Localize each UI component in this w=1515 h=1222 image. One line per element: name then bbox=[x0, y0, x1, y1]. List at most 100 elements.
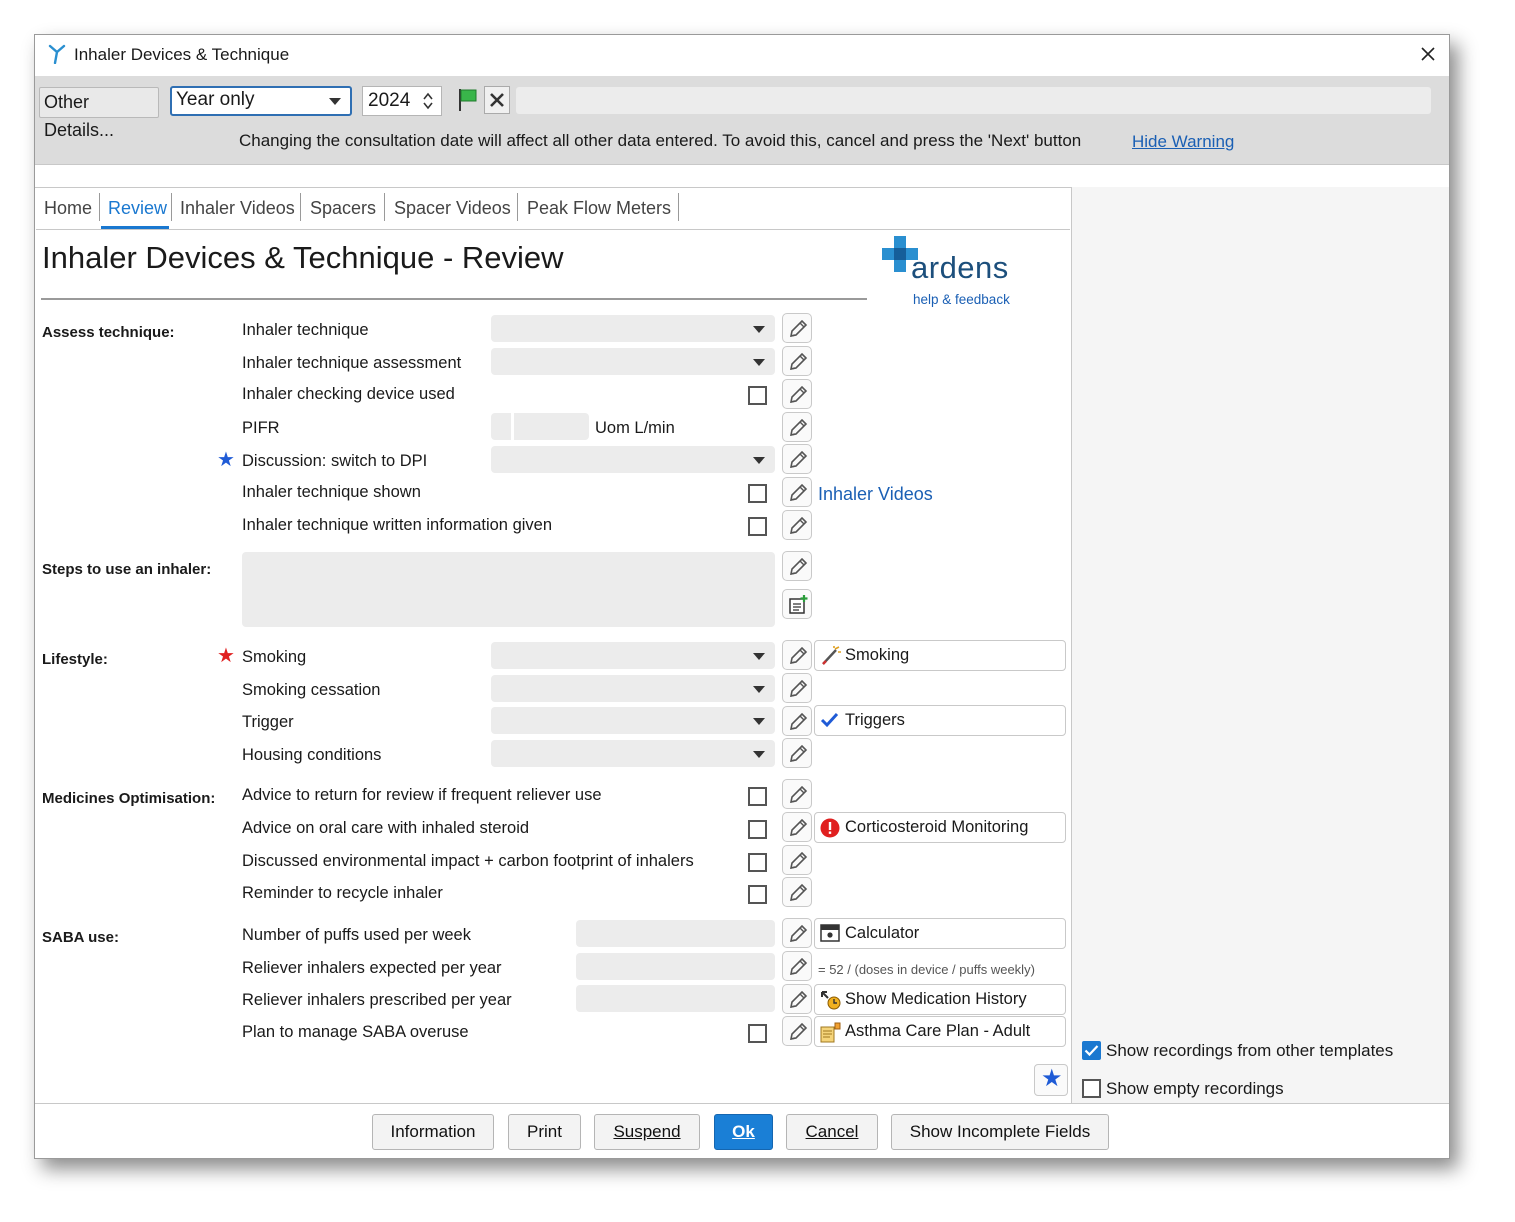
switch-dpi-select[interactable] bbox=[491, 446, 775, 473]
tab-peak-flow-meters[interactable]: Peak Flow Meters bbox=[527, 196, 671, 226]
cancel-button[interactable]: Cancel bbox=[786, 1114, 878, 1150]
field-label: Inhaler technique written information gi… bbox=[242, 516, 553, 534]
trigger-select[interactable] bbox=[491, 707, 775, 734]
field-label: Inhaler technique bbox=[242, 321, 369, 339]
app-logo-icon bbox=[48, 44, 66, 64]
steps-textarea[interactable] bbox=[242, 552, 775, 627]
chevron-down-icon bbox=[753, 653, 765, 660]
frequent-reliever-checkbox[interactable] bbox=[748, 787, 767, 806]
edit-pencil-button[interactable] bbox=[782, 706, 812, 736]
edit-pencil-button[interactable] bbox=[782, 779, 812, 809]
pifr-qualifier[interactable] bbox=[491, 413, 511, 440]
edit-pencil-button[interactable] bbox=[782, 984, 812, 1014]
inhaler-videos-link[interactable]: Inhaler Videos bbox=[818, 484, 933, 505]
show-empty-recordings-label: Show empty recordings bbox=[1106, 1079, 1284, 1098]
magic-wand-icon bbox=[822, 646, 841, 665]
date-info-field bbox=[516, 87, 1431, 114]
edit-pencil-button[interactable] bbox=[782, 877, 812, 907]
spinner-arrows-icon[interactable] bbox=[423, 92, 433, 110]
tab-spacers[interactable]: Spacers bbox=[310, 196, 376, 226]
ok-button[interactable]: Ok bbox=[714, 1114, 773, 1150]
smoking-button[interactable]: Smoking bbox=[814, 640, 1066, 671]
tab-home[interactable]: Home bbox=[44, 196, 92, 226]
puffs-per-week-input[interactable] bbox=[576, 920, 775, 947]
smoking-cessation-select[interactable] bbox=[491, 675, 775, 702]
edit-pencil-button[interactable] bbox=[782, 951, 812, 981]
edit-pencil-button[interactable] bbox=[782, 510, 812, 540]
other-details-button[interactable]: Other Details... bbox=[39, 87, 159, 140]
help-feedback-link[interactable]: help & feedback bbox=[913, 292, 1010, 307]
date-mode-select[interactable]: Year only bbox=[170, 86, 352, 116]
chevron-down-icon bbox=[753, 457, 765, 464]
inhaler-technique-select[interactable] bbox=[491, 315, 775, 342]
environmental-impact-checkbox[interactable] bbox=[748, 853, 767, 872]
window-title: Inhaler Devices & Technique bbox=[74, 45, 290, 64]
pifr-input[interactable] bbox=[514, 413, 589, 440]
information-button[interactable]: Information bbox=[372, 1114, 494, 1150]
edit-pencil-button[interactable] bbox=[782, 551, 812, 581]
written-info-checkbox[interactable] bbox=[748, 517, 767, 536]
edit-pencil-button[interactable] bbox=[782, 845, 812, 875]
hide-warning-link[interactable]: Hide Warning bbox=[1132, 132, 1234, 152]
section-assess-technique: Assess technique: bbox=[42, 324, 175, 341]
housing-select[interactable] bbox=[491, 740, 775, 767]
pencil-icon bbox=[789, 319, 808, 338]
tab-spacer-videos[interactable]: Spacer Videos bbox=[394, 196, 511, 226]
tab-review[interactable]: Review bbox=[108, 196, 167, 226]
edit-pencil-button[interactable] bbox=[782, 412, 812, 442]
edit-pencil-button[interactable] bbox=[782, 477, 812, 507]
prescribed-per-year-input[interactable] bbox=[576, 985, 775, 1012]
section-steps: Steps to use an inhaler: bbox=[42, 561, 212, 578]
flag-icon[interactable] bbox=[457, 87, 479, 113]
year-spinner[interactable]: 2024 bbox=[362, 86, 442, 116]
favourite-toggle-button[interactable]: ★ bbox=[1034, 1064, 1068, 1096]
field-label: Advice on oral care with inhaled steroid bbox=[242, 819, 530, 837]
edit-pencil-button[interactable] bbox=[782, 444, 812, 474]
tab-inhaler-videos[interactable]: Inhaler Videos bbox=[180, 196, 295, 226]
tab-separator bbox=[517, 193, 518, 221]
edit-pencil-button[interactable] bbox=[782, 346, 812, 376]
edit-pencil-button[interactable] bbox=[782, 379, 812, 409]
edit-pencil-button[interactable] bbox=[782, 812, 812, 842]
calculator-button[interactable]: Calculator bbox=[814, 918, 1066, 949]
pencil-icon bbox=[789, 557, 808, 576]
pencil-icon bbox=[789, 712, 808, 731]
date-mode-value: Year only bbox=[176, 89, 255, 110]
date-toolbar: Other Details... Year only 2024 Changing… bbox=[35, 76, 1449, 165]
clear-date-button[interactable] bbox=[484, 86, 510, 114]
show-empty-recordings-checkbox[interactable] bbox=[1082, 1079, 1101, 1098]
ardens-logo-text[interactable]: ardens bbox=[911, 250, 1009, 286]
pencil-icon bbox=[789, 818, 808, 837]
add-text-template-button[interactable] bbox=[782, 589, 812, 619]
smoking-select[interactable] bbox=[491, 642, 775, 669]
edit-pencil-button[interactable] bbox=[782, 313, 812, 343]
edit-pencil-button[interactable] bbox=[782, 673, 812, 703]
show-incomplete-fields-button[interactable]: Show Incomplete Fields bbox=[891, 1114, 1109, 1150]
suspend-button[interactable]: Suspend bbox=[594, 1114, 700, 1150]
corticosteroid-monitoring-button[interactable]: Corticosteroid Monitoring bbox=[814, 812, 1066, 843]
smoking-button-label: Smoking bbox=[845, 646, 910, 664]
close-icon[interactable] bbox=[1421, 47, 1435, 61]
oral-care-checkbox[interactable] bbox=[748, 820, 767, 839]
print-button[interactable]: Print bbox=[508, 1114, 581, 1150]
show-medication-history-button[interactable]: Show Medication History bbox=[814, 984, 1066, 1015]
saba-overuse-checkbox[interactable] bbox=[748, 1024, 767, 1043]
edit-pencil-button[interactable] bbox=[782, 1016, 812, 1046]
edit-pencil-button[interactable] bbox=[782, 640, 812, 670]
asthma-care-plan-button[interactable]: Asthma Care Plan - Adult bbox=[814, 1016, 1066, 1047]
show-other-templates-checkbox[interactable] bbox=[1082, 1041, 1101, 1060]
pencil-icon bbox=[789, 646, 808, 665]
pencil-icon bbox=[789, 924, 808, 943]
field-label: Smoking cessation bbox=[242, 681, 381, 699]
triggers-button[interactable]: Triggers bbox=[814, 705, 1066, 736]
expected-per-year-input[interactable] bbox=[576, 953, 775, 980]
technique-assessment-select[interactable] bbox=[491, 348, 775, 375]
field-label: Reliever inhalers prescribed per year bbox=[242, 991, 512, 1009]
edit-pencil-button[interactable] bbox=[782, 738, 812, 768]
technique-shown-checkbox[interactable] bbox=[748, 484, 767, 503]
date-warning-text: Changing the consultation date will affe… bbox=[239, 131, 1082, 150]
corticosteroid-button-label: Corticosteroid Monitoring bbox=[845, 818, 1029, 836]
recycle-inhaler-checkbox[interactable] bbox=[748, 885, 767, 904]
checking-device-checkbox[interactable] bbox=[748, 386, 767, 405]
edit-pencil-button[interactable] bbox=[782, 918, 812, 948]
